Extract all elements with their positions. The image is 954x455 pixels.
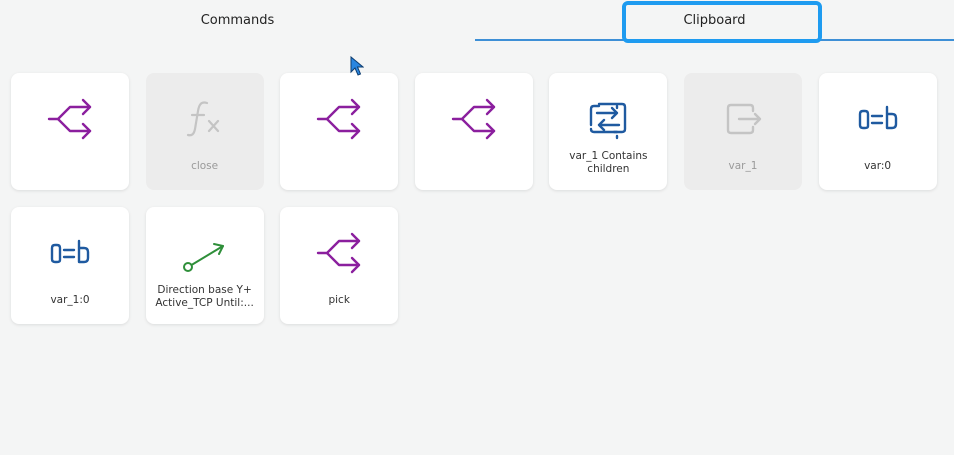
clipboard-item[interactable] (414, 73, 533, 190)
clipboard-item[interactable]: pick (280, 207, 399, 324)
branch-icon (315, 95, 363, 143)
clipboard-item-label: Direction base Y+ Active_TCP Until:... (155, 284, 254, 309)
clipboard-panel: Commands Clipboard close var_1 Contains … (0, 0, 954, 455)
clipboard-item[interactable] (280, 73, 399, 190)
clipboard-item[interactable]: var:0 (818, 73, 937, 190)
swap-icon (584, 95, 632, 143)
direction-icon (181, 229, 229, 277)
clipboard-item[interactable]: Direction base Y+ Active_TCP Until:... (145, 207, 264, 324)
branch-icon (450, 95, 498, 143)
tab-clipboard[interactable]: Clipboard (475, 0, 954, 40)
function-icon (181, 95, 229, 143)
clipboard-item-label: var_1 Contains children (569, 150, 648, 175)
assign-icon (46, 229, 94, 277)
tab-commands[interactable]: Commands (0, 0, 475, 40)
clipboard-item[interactable] (11, 73, 129, 190)
clipboard-item[interactable]: close (145, 73, 264, 190)
clipboard-item-label: var:0 (864, 160, 892, 172)
clipboard-item-label: pick (328, 294, 350, 306)
clipboard-item[interactable]: var_1 (683, 73, 802, 190)
tab-commands-label: Commands (200, 12, 275, 28)
active-tab-indicator (475, 39, 954, 41)
tab-clipboard-label: Clipboard (683, 12, 746, 28)
clipboard-item-label: close (191, 160, 219, 172)
tab-bar: Commands Clipboard (0, 0, 954, 43)
clipboard-grid: close var_1 Contains children var_1 var:… (11, 73, 937, 324)
clipboard-item[interactable]: var_1:0 (11, 207, 129, 324)
clipboard-item-label: var_1 (728, 160, 758, 172)
assign-icon (854, 95, 902, 143)
clipboard-item[interactable]: var_1 Contains children (549, 73, 668, 190)
branch-icon (46, 95, 94, 143)
branch-icon (315, 229, 363, 277)
exit-arrow-icon (719, 95, 767, 143)
clipboard-item-label: var_1:0 (50, 294, 90, 306)
